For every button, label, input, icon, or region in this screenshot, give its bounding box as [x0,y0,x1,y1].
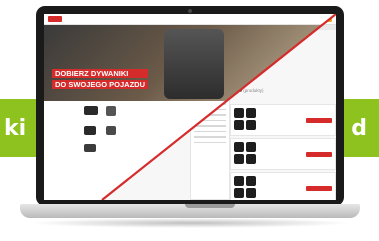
left-band-text: ki [4,115,27,141]
laptop-shadow [28,218,352,228]
laptop-screen: DOBIERZ DYWANIKI DO SWOJEGO POJAZDU Dywa… [44,14,336,200]
diagonal-divider [101,14,336,200]
right-band-text: d [351,115,367,141]
webcam-icon [188,9,192,13]
laptop-notch [185,204,235,208]
laptop-base [20,204,360,218]
